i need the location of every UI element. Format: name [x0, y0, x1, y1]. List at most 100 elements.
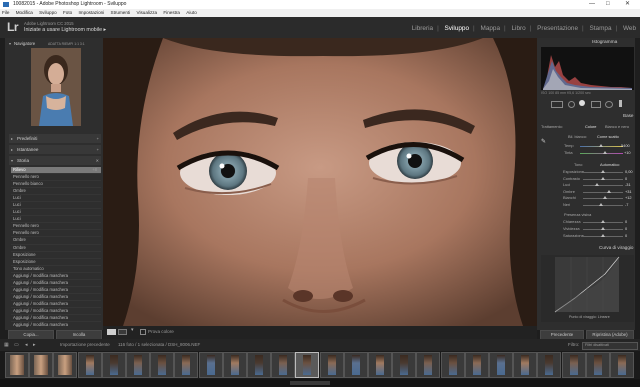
slider-thumb[interactable] [601, 234, 605, 237]
filmstrip-thumb[interactable] [198, 352, 223, 378]
filmstrip-thumb[interactable] [440, 352, 465, 378]
filmstrip-thumb[interactable] [392, 352, 417, 378]
slider-thumb[interactable] [599, 203, 604, 206]
adjustment-slider[interactable] [583, 185, 623, 187]
history-item[interactable]: Aggiungi / modifica maschera [11, 287, 101, 294]
history-item[interactable]: Luci [11, 216, 101, 224]
navigator-preview[interactable] [31, 48, 81, 126]
slider-thumb[interactable] [603, 196, 608, 200]
filmstrip-scrollbar[interactable] [0, 379, 640, 387]
filmstrip-thumb[interactable] [126, 352, 150, 378]
basic-panel-header[interactable]: Base [623, 113, 633, 118]
menu-finestra[interactable]: Finestra [163, 10, 180, 15]
temp-slider-thumb[interactable] [599, 144, 603, 147]
slider-thumb[interactable] [607, 189, 611, 193]
radial-filter-icon[interactable] [605, 101, 613, 108]
menu-strumenti[interactable]: Strumenti [111, 10, 131, 15]
tone-auto-button[interactable]: Automatico [600, 162, 619, 167]
filmstrip-thumb[interactable] [53, 352, 78, 378]
filmstrip-thumb[interactable] [610, 352, 634, 378]
menu-foto[interactable]: Foto [63, 10, 72, 15]
snapshots-panel-header[interactable]: ▸ Istantanee + [9, 145, 101, 154]
close-button[interactable]: ✕ [625, 0, 630, 9]
module-libreria[interactable]: Libreria [412, 25, 433, 32]
filmstrip-thumb[interactable] [585, 352, 610, 378]
soft-proofing-toggle[interactable]: Prova colore [140, 329, 174, 335]
curve-point-curve-label[interactable]: Punto di viraggio: Lineare [569, 315, 610, 319]
main-photo-canvas[interactable] [103, 38, 537, 326]
slider-thumb[interactable] [601, 176, 605, 180]
history-item[interactable]: Aggiungi / modifica maschera [11, 294, 101, 301]
before-after-view-icon[interactable] [118, 329, 127, 335]
filmstrip-thumb[interactable] [489, 352, 513, 378]
filmstrip-thumb[interactable] [5, 352, 29, 378]
menu-aiuto[interactable]: Aiuto [186, 10, 196, 15]
filmstrip-thumb[interactable] [343, 352, 368, 378]
history-panel-header[interactable]: ▾ Storia ✕ [9, 156, 101, 165]
menu-file[interactable]: File [2, 10, 9, 15]
slider-thumb[interactable] [601, 227, 605, 230]
filmstrip-thumb[interactable] [416, 352, 441, 378]
module-presentazione[interactable]: Presentazione [537, 25, 578, 32]
next-arrow-icon[interactable]: ▸ [33, 339, 36, 351]
module-libro[interactable]: Libro [512, 25, 526, 32]
histogram-header[interactable]: Istogramma [592, 40, 617, 45]
filmstrip-thumb[interactable] [271, 352, 296, 378]
treatment-bw-option[interactable]: Bianco e nero [605, 124, 629, 129]
filmstrip-thumb[interactable] [222, 352, 247, 378]
maximize-button[interactable]: □ [606, 0, 610, 9]
eyedropper-icon[interactable]: ✎ [541, 138, 546, 145]
history-item[interactable]: Pennello bianco [11, 181, 101, 189]
history-item[interactable]: Ombre [11, 245, 101, 252]
slider-thumb[interactable] [601, 220, 605, 223]
filmstrip-thumb[interactable] [295, 352, 320, 378]
spot-removal-icon[interactable] [568, 101, 575, 108]
filmstrip-thumb[interactable] [464, 352, 489, 378]
filmstrip-thumb[interactable] [247, 352, 271, 378]
history-item[interactable]: Aggiungi / modifica maschera [11, 308, 101, 315]
temp-value[interactable]: 5400 [621, 143, 630, 148]
histogram[interactable] [541, 47, 634, 90]
scrollbar-thumb[interactable] [290, 381, 330, 385]
module-stampa[interactable]: Stampa [589, 25, 611, 32]
history-item[interactable]: Pennello nero [11, 223, 101, 231]
filmstrip-thumb[interactable] [561, 352, 586, 378]
history-item[interactable]: Luci [11, 195, 101, 203]
filmstrip-thumb[interactable] [319, 352, 344, 378]
history-item[interactable]: Pennello nero [11, 174, 101, 182]
tone-curve-graph[interactable]: Punto di viraggio: Lineare [541, 255, 634, 322]
loupe-view-icon[interactable] [107, 329, 116, 335]
filmstrip-thumb[interactable] [537, 352, 562, 378]
filmstrip-thumb[interactable] [29, 352, 54, 378]
treatment-color-option[interactable]: Colore [585, 124, 596, 129]
navigator-zoom-options[interactable]: ADATTA RIEMPI 1:1 3:1 [48, 42, 85, 46]
red-eye-icon[interactable] [579, 100, 585, 106]
history-item[interactable]: Aggiungi / modifica maschera [11, 315, 101, 323]
navigator-header[interactable]: ▾ Navigatore ADATTA RIEMPI 1:1 3:1 [9, 40, 101, 48]
clear-history-icon[interactable]: ✕ [96, 156, 99, 165]
lightroom-mobile-link[interactable]: Iniziate a usare Lightroom mobile ▸ [24, 27, 106, 33]
history-item[interactable]: Luci [11, 202, 101, 210]
prev-arrow-icon[interactable]: ◂ [25, 339, 28, 351]
history-item[interactable]: Esposizione [11, 259, 101, 266]
filmstrip-thumb[interactable] [77, 352, 102, 378]
tint-slider[interactable] [580, 153, 623, 154]
slider-value[interactable]: -7 [625, 202, 628, 207]
adjustment-slider[interactable] [583, 191, 623, 193]
history-item[interactable]: Aggiungi / modifica maschera [11, 273, 101, 280]
slider-value[interactable]: 0 [625, 176, 627, 181]
slider-thumb[interactable] [601, 170, 605, 173]
chevron-down-icon[interactable]: ▾ [131, 327, 134, 333]
slider-thumb[interactable] [595, 183, 599, 187]
add-preset-icon[interactable]: + [97, 134, 99, 143]
filmstrip-thumb[interactable] [101, 352, 126, 378]
minimize-button[interactable]: — [589, 0, 595, 9]
tone-curve-header[interactable]: Curva di viraggio [599, 245, 633, 250]
filmstrip-source[interactable]: Importazione precedente [60, 339, 110, 351]
slider-value[interactable]: 0 [625, 226, 627, 231]
grid-view-icon[interactable]: ▦ [4, 339, 9, 351]
crop-tool-icon[interactable] [551, 101, 563, 108]
menu-visualizza[interactable]: Visualizza [137, 10, 158, 15]
history-item[interactable]: Pennello nero [11, 230, 101, 238]
tint-value[interactable]: +10 [624, 150, 631, 155]
